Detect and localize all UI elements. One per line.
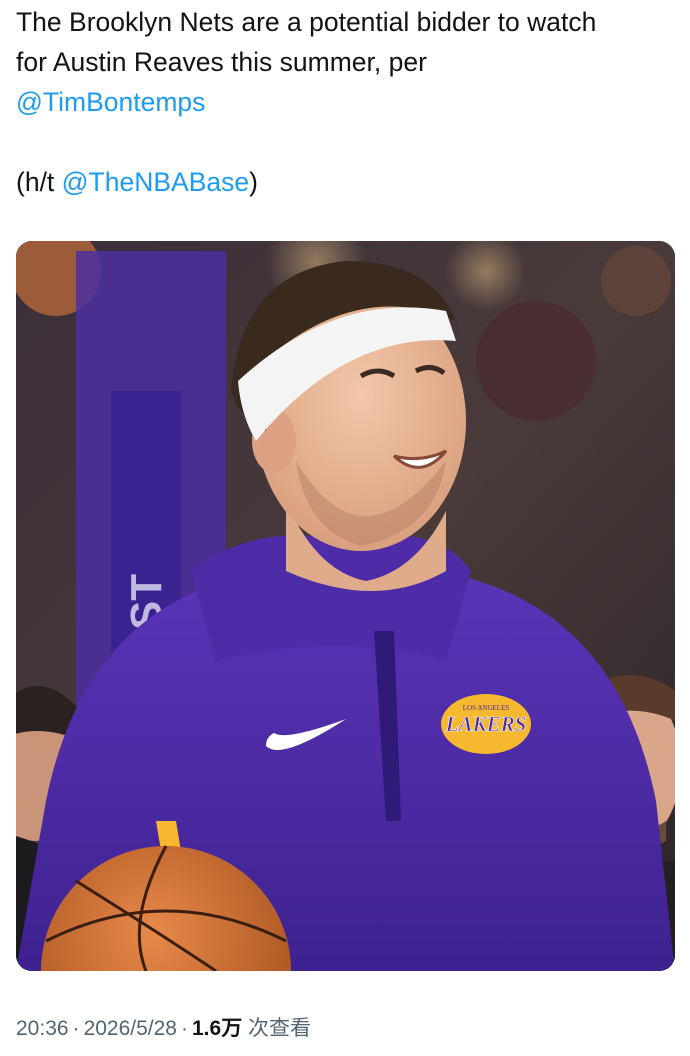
tweet-text: The Brooklyn Nets are a potential bidder… — [16, 2, 676, 202]
lakers-logo-text: LAKERS — [445, 712, 527, 736]
hat-tip-line: (h/t @TheNBABase) — [16, 162, 676, 202]
hat-tip-suffix: ) — [249, 167, 258, 197]
views-count[interactable]: 1.6万 — [192, 1017, 242, 1040]
mention-thenbabase-link[interactable]: @TheNBABase — [62, 167, 249, 197]
meta-separator-1: · — [72, 1017, 80, 1040]
tweet-time[interactable]: 20:36 — [16, 1017, 69, 1040]
tweet-date[interactable]: 2026/5/28 — [84, 1017, 177, 1040]
tweet-text-line-2: for Austin Reaves this summer, per — [16, 47, 427, 77]
tweet-meta: 20:36 · 2026/5/28 · 1.6万 次查看 — [16, 1014, 311, 1044]
tweet-photo[interactable]: FIRST — [16, 241, 675, 971]
meta-separator-2: · — [181, 1017, 188, 1040]
mention-timbontemps-link[interactable]: @TimBontemps — [16, 87, 205, 117]
lakers-logo-small-text: LOS ANGELES — [463, 704, 510, 712]
tweet-text-line-1: The Brooklyn Nets are a potential bidder… — [16, 7, 597, 37]
lakers-logo: LOS ANGELES LAKERS — [441, 694, 531, 754]
hat-tip-prefix: (h/t — [16, 167, 62, 197]
views-label: 次查看 — [248, 1017, 312, 1040]
